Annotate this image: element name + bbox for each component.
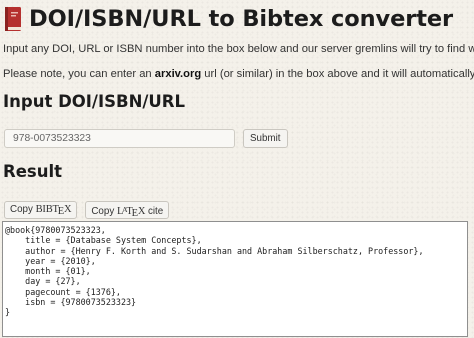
result-section-heading: Result bbox=[3, 162, 63, 181]
copy-bibtex-label: Copy bbox=[10, 204, 33, 215]
input-row: Submit bbox=[4, 129, 288, 148]
doi-isbn-url-input[interactable] bbox=[4, 129, 235, 148]
copy-latex-cite-suffix: cite bbox=[147, 206, 164, 217]
intro-text-line: Input any DOI, URL or ISBN number into t… bbox=[3, 43, 474, 55]
bibtex-logo: BIBTEX bbox=[35, 204, 72, 217]
input-section-heading: Input DOI/ISBN/URL bbox=[3, 92, 186, 111]
copy-latex-cite-button[interactable]: Copy LATEX cite bbox=[85, 201, 170, 219]
bibtex-output[interactable]: @book{9780073523323, title = {Database S… bbox=[5, 225, 464, 317]
bibtex-result-box[interactable]: @book{9780073523323, title = {Database S… bbox=[2, 221, 468, 337]
page-title: DOI/ISBN/URL to Bibtex converter bbox=[29, 6, 454, 32]
arxiv-note-prefix: Please note, you can enter an bbox=[3, 68, 155, 80]
arxiv-link-text: arxiv.org bbox=[154, 68, 202, 80]
page-header: DOI/ISBN/URL to Bibtex converter bbox=[4, 3, 453, 35]
submit-button[interactable]: Submit bbox=[243, 129, 288, 148]
copy-latex-label: Copy bbox=[91, 206, 115, 217]
copy-buttons-row: Copy BIBTEX Copy LATEX cite bbox=[4, 201, 170, 219]
latex-logo: LATEX bbox=[116, 205, 146, 219]
arxiv-note: Please note, you can enter an arxiv.org … bbox=[3, 68, 474, 80]
book-icon bbox=[5, 7, 21, 31]
copy-bibtex-button[interactable]: Copy BIBTEX bbox=[4, 201, 78, 219]
arxiv-note-suffix: url (or similar) in the box above and it… bbox=[201, 68, 474, 80]
